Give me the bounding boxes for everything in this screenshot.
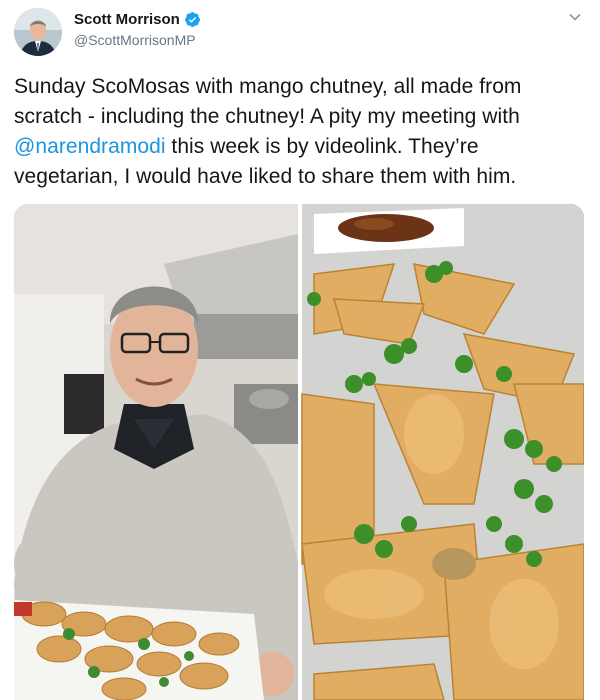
tweet-text: Sunday ScoMosas with mango chutney, all …	[14, 72, 586, 192]
man-holding-tray-of-samosas-photo[interactable]	[14, 204, 298, 700]
mention-link[interactable]: @narendramodi	[14, 135, 166, 158]
tweet-media[interactable]	[14, 204, 584, 700]
tweet-text-part-1: Sunday ScoMosas with mango chutney, all …	[14, 75, 522, 128]
profile-avatar[interactable]	[14, 8, 62, 56]
user-handle[interactable]: @ScottMorrisonMP	[74, 32, 196, 48]
display-name[interactable]: Scott Morrison	[74, 11, 180, 28]
tweet-header: Scott Morrison @ScottMorrisonMP	[0, 0, 600, 62]
chevron-down-icon[interactable]	[568, 10, 582, 24]
verified-badge-icon	[184, 11, 201, 28]
plate-of-samosas-with-coriander-and-chutney-photo[interactable]	[301, 204, 584, 700]
